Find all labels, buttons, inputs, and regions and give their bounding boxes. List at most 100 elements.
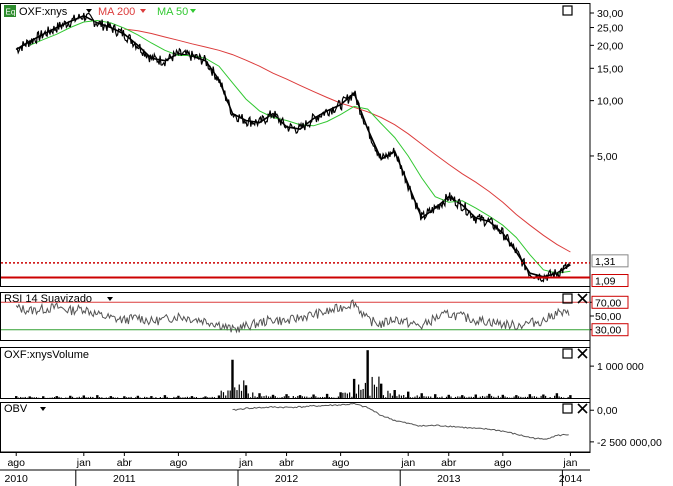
volume-bar-minor: [252, 392, 254, 398]
volume-bar-minor: [319, 397, 321, 398]
volume-bar-minor: [400, 395, 403, 398]
volume-bar: [474, 394, 477, 398]
triangle-down-icon[interactable]: [190, 9, 196, 13]
volume-bar-minor: [195, 396, 198, 398]
volume-bar-minor: [344, 392, 346, 398]
volume-bar-minor: [540, 395, 542, 398]
volume-bar-minor: [78, 396, 80, 398]
volume-bar-minor: [479, 396, 481, 398]
volume-bar: [528, 394, 532, 398]
volume-bar-minor: [135, 397, 137, 398]
x-month-label: abr: [279, 457, 295, 469]
triangle-down-icon[interactable]: [140, 9, 146, 13]
volume-bar-minor: [517, 396, 520, 398]
stock-chart: 30,00 25,00 20,00 15,00 10,00 5,00 1,31 1,09 70,…: [0, 3, 662, 486]
volume-bar: [379, 383, 383, 398]
triangle-down-icon[interactable]: [86, 9, 92, 13]
volume-bar-minor: [51, 397, 53, 398]
x-icon[interactable]: [577, 403, 588, 414]
price-legend-ma200[interactable]: MA 200: [98, 6, 135, 18]
x-month-label: jan: [400, 457, 415, 469]
volume-bar: [136, 395, 140, 398]
volume-bar-minor: [371, 376, 373, 398]
panel-frame: [0, 3, 591, 287]
x-icon[interactable]: [577, 348, 588, 359]
volume-bar-minor: [457, 396, 459, 398]
volume-bar-minor: [364, 382, 366, 398]
volume-bar: [407, 391, 410, 398]
volume-bar-minor: [283, 396, 285, 398]
volume-title: OXF:xnysVolume: [4, 349, 89, 361]
x-month-label: ago: [170, 457, 188, 469]
volume-bar-minor: [130, 396, 132, 398]
panel-frame: [0, 402, 591, 453]
obv-y-tick-label: -2 500 000,00: [597, 437, 662, 449]
x-year-label: 2013: [437, 473, 461, 485]
volume-bar-minor: [155, 397, 157, 398]
x-year-label: 2014: [559, 473, 583, 485]
rsi-y-tick-label: 50,00: [595, 311, 621, 323]
volume-bar-minor: [303, 396, 306, 398]
price-y-tick-label: 15,00: [597, 63, 623, 75]
volume-bar-minor: [35, 397, 38, 398]
volume-bar-minor: [358, 384, 360, 398]
volume-bar-minor: [373, 384, 376, 398]
volume-bar-minor: [85, 397, 87, 398]
obv-title[interactable]: OBV: [4, 403, 28, 415]
volume-bar-minor: [536, 396, 538, 398]
price-legend-ma50[interactable]: MA 50: [157, 6, 188, 18]
volume-bar-minor: [362, 388, 364, 398]
x-year-label: 2011: [113, 473, 136, 485]
volume-bar: [312, 394, 315, 398]
square-icon[interactable]: [562, 403, 573, 414]
rsi-line: [15, 299, 570, 334]
volume-bar-minor: [175, 397, 177, 398]
triangle-down-icon[interactable]: [40, 407, 46, 411]
volume-bar-minor: [87, 397, 89, 398]
square-icon[interactable]: [562, 5, 573, 16]
volume-bar: [352, 378, 356, 398]
volume-bar-minor: [209, 397, 211, 398]
volume-bar-minor: [463, 396, 466, 398]
volume-bar: [461, 395, 464, 398]
volume-bar: [447, 394, 450, 398]
volume-bar-minor: [263, 396, 265, 398]
volume-bar-minor: [450, 396, 452, 398]
price-series-0: [15, 14, 571, 278]
volume-bar-minor: [22, 397, 24, 398]
volume-bar-minor: [33, 397, 35, 398]
volume-bar-minor: [549, 397, 551, 398]
volume-bar-minor: [387, 390, 389, 398]
volume-bar-minor: [472, 397, 475, 398]
volume-bar-minor: [385, 397, 387, 398]
volume-bar: [15, 396, 18, 398]
x-icon[interactable]: [577, 293, 588, 304]
volume-bar-minor: [324, 397, 326, 398]
volume-bar-minor: [425, 396, 427, 398]
price-y-tick-label: 20,00: [597, 40, 623, 52]
volume-bar-minor: [20, 396, 22, 398]
rsi-y-tick-label: 30,00: [595, 325, 621, 337]
x-year-label: 2012: [275, 473, 299, 485]
volume-bar-minor: [92, 396, 94, 398]
volume-bar: [177, 395, 180, 398]
volume-bar-minor: [76, 397, 78, 398]
volume-bar-minor: [459, 396, 461, 398]
volume-bar-minor: [506, 397, 508, 398]
square-icon[interactable]: [562, 293, 573, 304]
rsi-title[interactable]: RSI 14 Suavizado: [4, 293, 92, 305]
volume-bar-minor: [189, 397, 191, 398]
volume-bar-minor: [274, 396, 276, 398]
volume-bar-minor: [301, 396, 303, 398]
volume-bar-minor: [418, 396, 421, 398]
volume-bar-minor: [346, 393, 348, 398]
price-noise-line: [15, 12, 570, 283]
volume-bar-minor: [396, 396, 398, 398]
x-month-label: ago: [7, 457, 25, 469]
price-legend-symbol[interactable]: OXF:xnys: [19, 6, 68, 18]
volume-bar-minor: [445, 396, 448, 398]
volume-bar-minor: [481, 395, 484, 398]
volume-bar-minor: [405, 397, 407, 398]
square-icon[interactable]: [562, 348, 573, 359]
triangle-down-icon[interactable]: [107, 297, 113, 301]
